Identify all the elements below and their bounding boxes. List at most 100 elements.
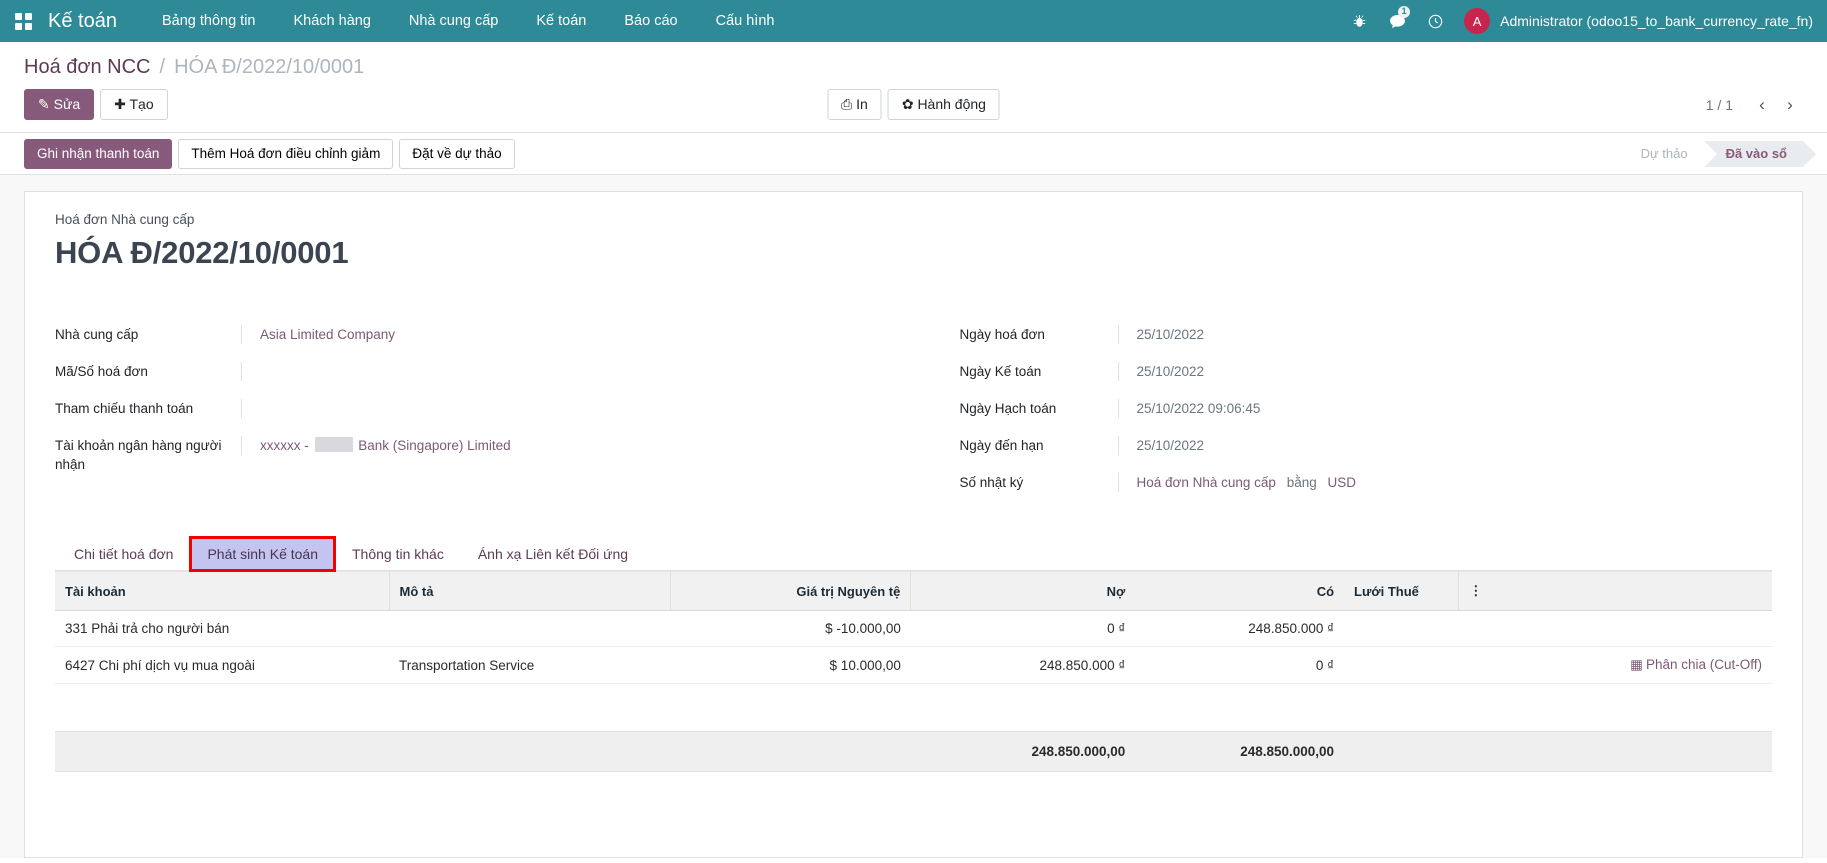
tab-other-info[interactable]: Thông tin khác <box>335 537 461 571</box>
cell-amount-currency[interactable]: $ -10.000,00 <box>671 611 911 647</box>
status-step-posted[interactable]: Đã vào sổ <box>1704 141 1803 167</box>
apps-grid-icon[interactable] <box>0 0 46 42</box>
reset-to-draft-button[interactable]: Đặt về dự thảo <box>399 139 514 169</box>
add-credit-note-button[interactable]: Thêm Hoá đơn điều chỉnh giảm <box>178 139 393 169</box>
field-journal: Số nhật ký Hoá đơn Nhà cung cấp bằng USD <box>960 473 1773 492</box>
gear-icon: ✿ <box>902 96 914 112</box>
menu-item-reporting[interactable]: Báo cáo <box>605 0 696 42</box>
cell-tax-grid[interactable]: ▦Phân chia (Cut-Off) <box>1344 647 1772 684</box>
column-description[interactable]: Mô tả <box>389 572 671 611</box>
edit-button-label: Sửa <box>54 96 81 112</box>
field-invoice-date-value[interactable]: 25/10/2022 <box>1118 325 1773 344</box>
main-menu: Bảng thông tin Khách hàng Nhà cung cấp K… <box>143 0 794 42</box>
field-recipient-bank: Tài khoản ngân hàng người nhận xxxxxx - … <box>55 436 914 474</box>
register-payment-button[interactable]: Ghi nhận thanh toán <box>24 139 172 169</box>
field-accounting-date-value[interactable]: 25/10/2022 <box>1118 362 1773 381</box>
chat-bubble-icon[interactable]: 1 <box>1378 0 1416 42</box>
avatar: A <box>1464 8 1490 34</box>
journal-items-table: Tài khoản Mô tả Giá trị Nguyên tệ Nợ Có … <box>55 571 1772 772</box>
field-invoice-date-label: Ngày hoá đơn <box>960 325 1118 344</box>
field-payment-reference-label: Tham chiếu thanh toán <box>55 399 241 418</box>
pencil-icon: ✎ <box>38 96 50 112</box>
printer-icon: ⎙ <box>841 96 852 112</box>
table-empty-row <box>55 684 1772 732</box>
field-posting-datetime: Ngày Hạch toán 25/10/2022 09:06:45 <box>960 399 1773 418</box>
cell-amount-currency[interactable]: $ 10.000,00 <box>671 647 911 684</box>
cell-debit[interactable]: 248.850.000 ₫ <box>911 647 1135 684</box>
field-due-date-value[interactable]: 25/10/2022 <box>1118 436 1773 455</box>
center-action-group: ⎙ In ✿ Hành động <box>827 89 1000 120</box>
column-tax-grids[interactable]: Lưới Thuế <box>1344 572 1459 611</box>
chevron-right-icon[interactable]: › <box>1777 95 1803 115</box>
chevron-left-icon[interactable]: ‹ <box>1749 95 1775 115</box>
field-vendor-label: Nhà cung cấp <box>55 325 241 344</box>
table-header: Tài khoản Mô tả Giá trị Nguyên tệ Nợ Có … <box>55 572 1772 611</box>
bank-account-prefix: xxxxxx - <box>260 438 309 453</box>
form-fields: Nhà cung cấp Asia Limited Company Mã/Số … <box>55 325 1772 510</box>
field-payment-reference-value[interactable] <box>241 399 914 418</box>
tab-journal-items[interactable]: Phát sinh Kế toán <box>190 537 335 571</box>
journal-name: Hoá đơn Nhà cung cấp <box>1137 475 1276 490</box>
menu-item-vendors[interactable]: Nhà cung cấp <box>390 0 517 42</box>
totals-spacer <box>55 732 911 772</box>
field-accounting-date-label: Ngày Kế toán <box>960 362 1118 381</box>
menu-item-customers[interactable]: Khách hàng <box>274 0 389 42</box>
navbar-systray: 1 A Administrator (odoo15_to_bank_curren… <box>1340 0 1813 42</box>
field-journal-value[interactable]: Hoá đơn Nhà cung cấp bằng USD <box>1118 473 1773 492</box>
top-navbar: Kế toán Bảng thông tin Khách hàng Nhà cu… <box>0 0 1827 42</box>
action-button-label: Hành động <box>917 96 986 112</box>
field-posting-datetime-value[interactable]: 25/10/2022 09:06:45 <box>1118 399 1773 418</box>
form-column-left: Nhà cung cấp Asia Limited Company Mã/Số … <box>55 325 914 510</box>
notebook-tabs: Chi tiết hoá đơn Phát sinh Kế toán Thông… <box>55 536 1772 571</box>
field-journal-label: Số nhật ký <box>960 473 1118 492</box>
totals-row: 248.850.000,00 248.850.000,00 <box>55 732 1772 772</box>
user-menu[interactable]: A Administrator (odoo15_to_bank_currency… <box>1454 8 1813 34</box>
edit-button[interactable]: ✎ Sửa <box>24 89 94 120</box>
column-amount-currency[interactable]: Giá trị Nguyên tệ <box>671 572 911 611</box>
cell-credit[interactable]: 248.850.000 ₫ <box>1135 611 1344 647</box>
app-brand-title[interactable]: Kế toán <box>46 10 143 33</box>
control-panel: Hoá đơn NCC / HÓA Đ/2022/10/0001 ✎ Sửa ✚… <box>0 42 1827 133</box>
cell-tax-grid[interactable] <box>1344 611 1772 647</box>
notebook: Chi tiết hoá đơn Phát sinh Kế toán Thông… <box>55 536 1772 772</box>
menu-item-dashboard[interactable]: Bảng thông tin <box>143 0 275 42</box>
field-vendor-value[interactable]: Asia Limited Company <box>241 325 914 344</box>
tab-reconciliation-mapping[interactable]: Ánh xạ Liên kết Đối ứng <box>461 537 645 571</box>
cell-account[interactable]: 331 Phải trả cho người bán <box>55 611 389 647</box>
status-step-draft[interactable]: Dự thảo <box>1619 141 1704 167</box>
cell-description[interactable]: Transportation Service <box>389 647 671 684</box>
cell-credit[interactable]: 0 ₫ <box>1135 647 1344 684</box>
field-recipient-bank-value[interactable]: xxxxxx - Bank (Singapore) Limited <box>241 436 914 455</box>
create-button[interactable]: ✚ Tạo <box>100 89 168 120</box>
journal-currency: USD <box>1328 475 1357 490</box>
cell-account[interactable]: 6427 Chi phí dịch vụ mua ngoài <box>55 647 389 684</box>
menu-item-configuration[interactable]: Cấu hình <box>697 0 794 42</box>
breadcrumb-root[interactable]: Hoá đơn NCC <box>24 56 151 79</box>
column-credit[interactable]: Có <box>1135 572 1344 611</box>
vertical-dots-icon[interactable]: ⋮ <box>1459 572 1772 611</box>
table-row[interactable]: 6427 Chi phí dịch vụ mua ngoài Transport… <box>55 647 1772 684</box>
cell-description[interactable] <box>389 611 671 647</box>
column-debit[interactable]: Nợ <box>911 572 1135 611</box>
table-header-row: Tài khoản Mô tả Giá trị Nguyên tệ Nợ Có … <box>55 572 1772 611</box>
tab-invoice-lines[interactable]: Chi tiết hoá đơn <box>57 537 190 571</box>
cell-debit[interactable]: 0 ₫ <box>911 611 1135 647</box>
table-row[interactable]: 331 Phải trả cho người bán $ -10.000,00 … <box>55 611 1772 647</box>
print-button[interactable]: ⎙ In <box>827 89 882 120</box>
column-account[interactable]: Tài khoản <box>55 572 389 611</box>
document-type-label: Hoá đơn Nhà cung cấp <box>55 212 1772 227</box>
pager-counter: 1 / 1 <box>1706 97 1747 113</box>
bank-account-suffix: Bank (Singapore) Limited <box>358 438 510 453</box>
bug-icon[interactable] <box>1340 0 1378 42</box>
status-steps: Dự thảo Đã vào sổ <box>1619 133 1803 174</box>
field-bill-reference-value[interactable] <box>241 362 914 381</box>
clock-icon[interactable] <box>1416 0 1454 42</box>
form-sheet: Hoá đơn Nhà cung cấp HÓA Đ/2022/10/0001 … <box>24 191 1803 858</box>
create-button-label: Tạo <box>130 96 154 112</box>
totals-debit: 248.850.000,00 <box>911 732 1135 772</box>
breadcrumb: Hoá đơn NCC / HÓA Đ/2022/10/0001 <box>0 42 1827 79</box>
menu-item-accounting[interactable]: Kế toán <box>517 0 605 42</box>
field-posting-datetime-label: Ngày Hạch toán <box>960 399 1118 418</box>
action-button[interactable]: ✿ Hành động <box>888 89 1000 120</box>
totals-credit: 248.850.000,00 <box>1135 732 1344 772</box>
